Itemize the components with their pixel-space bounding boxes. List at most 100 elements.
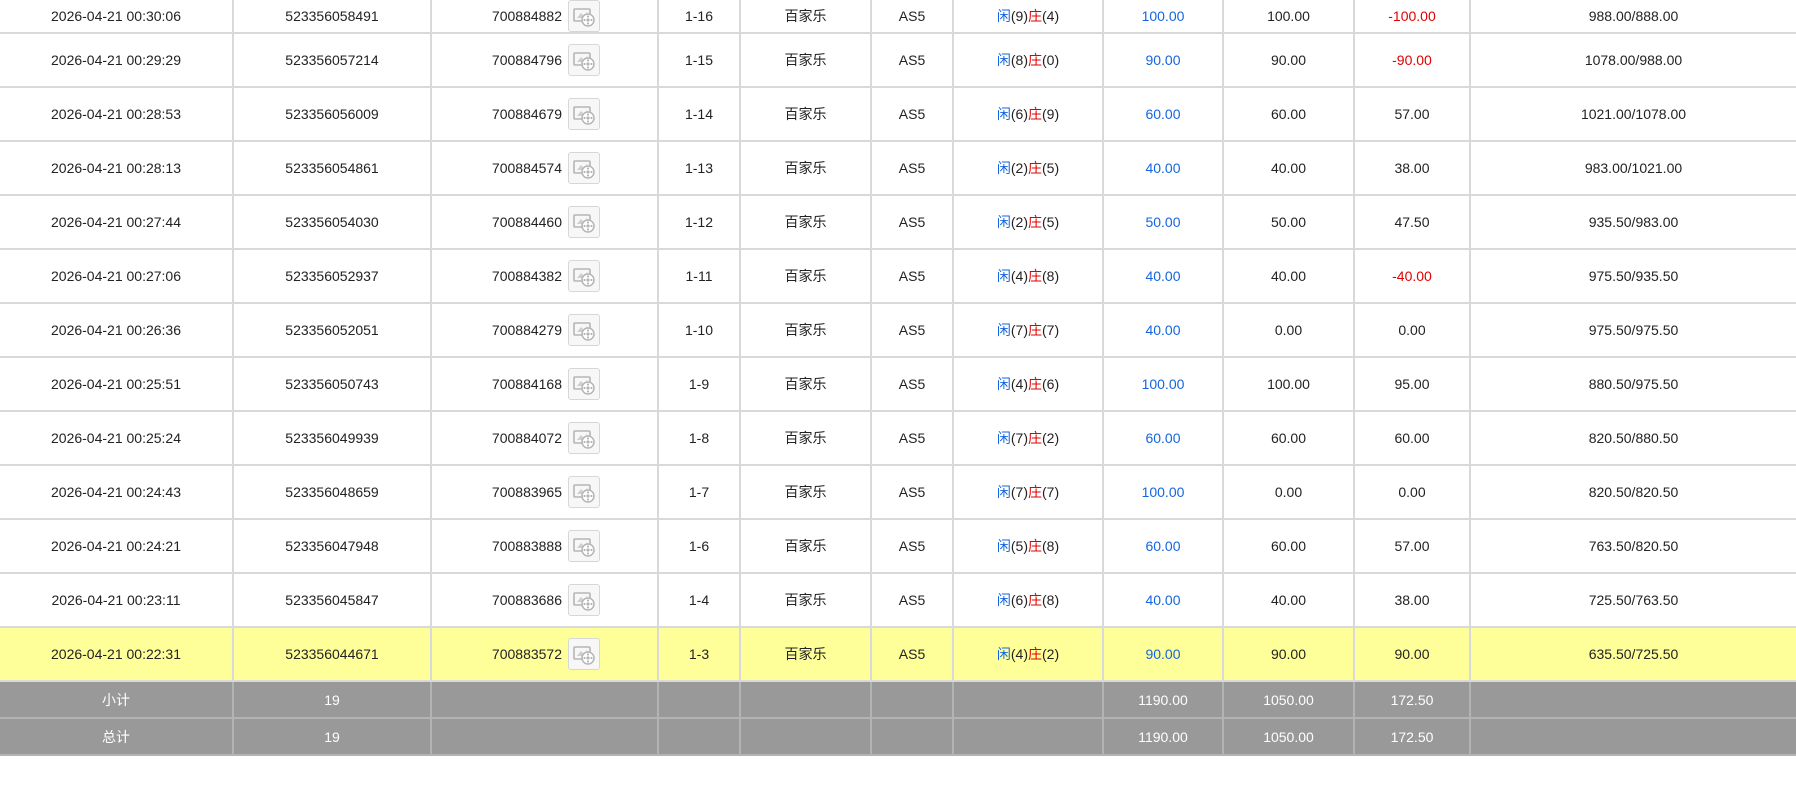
- table-row: 2026-04-21 00:23:11 523356045847 700883686…: [0, 573, 1796, 628]
- balance-cell: 1021.00/1078.00: [1470, 87, 1796, 142]
- game-record-button[interactable]: [568, 368, 600, 400]
- banker-value: (0): [1042, 52, 1060, 68]
- game-record-button[interactable]: [568, 584, 600, 616]
- summary-empty: [953, 681, 1104, 719]
- table-row: 2026-04-21 00:24:21 523356047948 700883888…: [0, 519, 1796, 574]
- player-label: 闲: [996, 214, 1011, 230]
- result-cell: 闲(4)庄(8): [953, 249, 1104, 304]
- bet-amount-cell: 40.00: [1103, 573, 1224, 628]
- game-record-icon: [573, 592, 595, 611]
- payout-cell: -90.00: [1354, 33, 1471, 88]
- result-cell: 闲(7)庄(2): [953, 411, 1104, 466]
- summary-empty: [658, 718, 741, 756]
- balance-cell: 983.00/1021.00: [1470, 141, 1796, 196]
- game-id-text: 700884796: [491, 52, 562, 68]
- player-label: 闲: [996, 430, 1011, 446]
- game-id-cell: 700884072: [431, 411, 659, 466]
- game-record-button[interactable]: [568, 476, 600, 508]
- summary-count: 19: [233, 681, 432, 719]
- payout-cell: 38.00: [1354, 141, 1471, 196]
- valid-bet-cell: 60.00: [1223, 519, 1355, 574]
- summary-label: 总计: [0, 718, 234, 756]
- player-label: 闲: [996, 646, 1011, 662]
- table-row: 2026-04-21 00:22:31 523356044671 700883572…: [0, 627, 1796, 682]
- payout-cell: -40.00: [1354, 249, 1471, 304]
- game-record-button[interactable]: [568, 152, 600, 184]
- table-cell: AS5: [871, 411, 954, 466]
- balance-cell: 988.00/888.00: [1470, 0, 1796, 34]
- game-record-button[interactable]: [568, 638, 600, 670]
- table-cell: AS5: [871, 249, 954, 304]
- game-id-cell: 700884382: [431, 249, 659, 304]
- payout-cell: 57.00: [1354, 87, 1471, 142]
- game-record-button[interactable]: [568, 98, 600, 130]
- game-record-button[interactable]: [568, 206, 600, 238]
- player-value: (7): [1010, 430, 1028, 446]
- game-record-button[interactable]: [568, 530, 600, 562]
- game-record-button[interactable]: [568, 0, 600, 31]
- table-cell: AS5: [871, 573, 954, 628]
- summary-empty: [1470, 718, 1796, 756]
- player-value: (2): [1010, 160, 1028, 176]
- game-id-text: 700883888: [491, 538, 562, 554]
- summary-empty: [431, 681, 659, 719]
- bet-id-cell: 523356056009: [233, 87, 432, 142]
- game-id-cell: 700883572: [431, 627, 659, 682]
- game-id-cell: 700884882: [431, 0, 659, 34]
- banker-value: (7): [1042, 322, 1060, 338]
- summary-valid-bet: 1050.00: [1223, 718, 1355, 756]
- balance-cell: 763.50/820.50: [1470, 519, 1796, 574]
- bet-amount-cell: 100.00: [1103, 0, 1224, 34]
- valid-bet-cell: 60.00: [1223, 411, 1355, 466]
- game-record-button[interactable]: [568, 44, 600, 76]
- game-record-button[interactable]: [568, 422, 600, 454]
- table-cell: AS5: [871, 465, 954, 520]
- balance-cell: 1078.00/988.00: [1470, 33, 1796, 88]
- player-label: 闲: [996, 376, 1011, 392]
- game-type-cell: 百家乐: [740, 141, 872, 196]
- game-record-icon: [573, 52, 595, 71]
- bet-id-cell: 523356049939: [233, 411, 432, 466]
- game-type-cell: 百家乐: [740, 303, 872, 358]
- round-cell: 1-4: [658, 573, 741, 628]
- payout-cell: 38.00: [1354, 573, 1471, 628]
- summary-empty: [871, 681, 954, 719]
- bet-id-cell: 523356052937: [233, 249, 432, 304]
- game-record-icon: [573, 430, 595, 449]
- bet-amount-cell: 60.00: [1103, 87, 1224, 142]
- game-id-cell: 700884460: [431, 195, 659, 250]
- player-value: (8): [1010, 52, 1028, 68]
- table-row: 2026-04-21 00:25:51 523356050743 700884168…: [0, 357, 1796, 412]
- banker-value: (2): [1042, 430, 1060, 446]
- banker-label: 庄: [1028, 160, 1042, 176]
- game-record-button[interactable]: [568, 314, 600, 346]
- bet-amount-cell: 100.00: [1103, 465, 1224, 520]
- game-type-cell: 百家乐: [740, 627, 872, 682]
- table-cell: AS5: [871, 195, 954, 250]
- player-value: (2): [1010, 214, 1028, 230]
- valid-bet-cell: 40.00: [1223, 573, 1355, 628]
- summary-empty: [740, 681, 872, 719]
- bet-time-cell: 2026-04-21 00:25:51: [0, 357, 234, 412]
- game-id-cell: 700883888: [431, 519, 659, 574]
- banker-value: (6): [1042, 376, 1060, 392]
- result-cell: 闲(6)庄(9): [953, 87, 1104, 142]
- result-cell: 闲(4)庄(2): [953, 627, 1104, 682]
- summary-bet-amount: 1190.00: [1103, 718, 1224, 756]
- result-cell: 闲(2)庄(5): [953, 195, 1104, 250]
- game-id-text: 700884279: [491, 322, 562, 338]
- bet-amount-cell: 60.00: [1103, 411, 1224, 466]
- game-type-cell: 百家乐: [740, 249, 872, 304]
- valid-bet-cell: 100.00: [1223, 357, 1355, 412]
- game-record-icon: [573, 538, 595, 557]
- game-id-text: 700883572: [491, 646, 562, 662]
- game-id-text: 700884168: [491, 376, 562, 392]
- player-label: 闲: [996, 322, 1011, 338]
- player-value: (9): [1010, 8, 1028, 24]
- game-record-button[interactable]: [568, 260, 600, 292]
- bet-records-body: 2026-04-21 00:30:06 523356058491 700884882…: [0, 0, 1796, 756]
- player-value: (5): [1010, 538, 1028, 554]
- banker-label: 庄: [1028, 214, 1042, 230]
- bet-id-cell: 523356058491: [233, 0, 432, 34]
- table-cell: AS5: [871, 33, 954, 88]
